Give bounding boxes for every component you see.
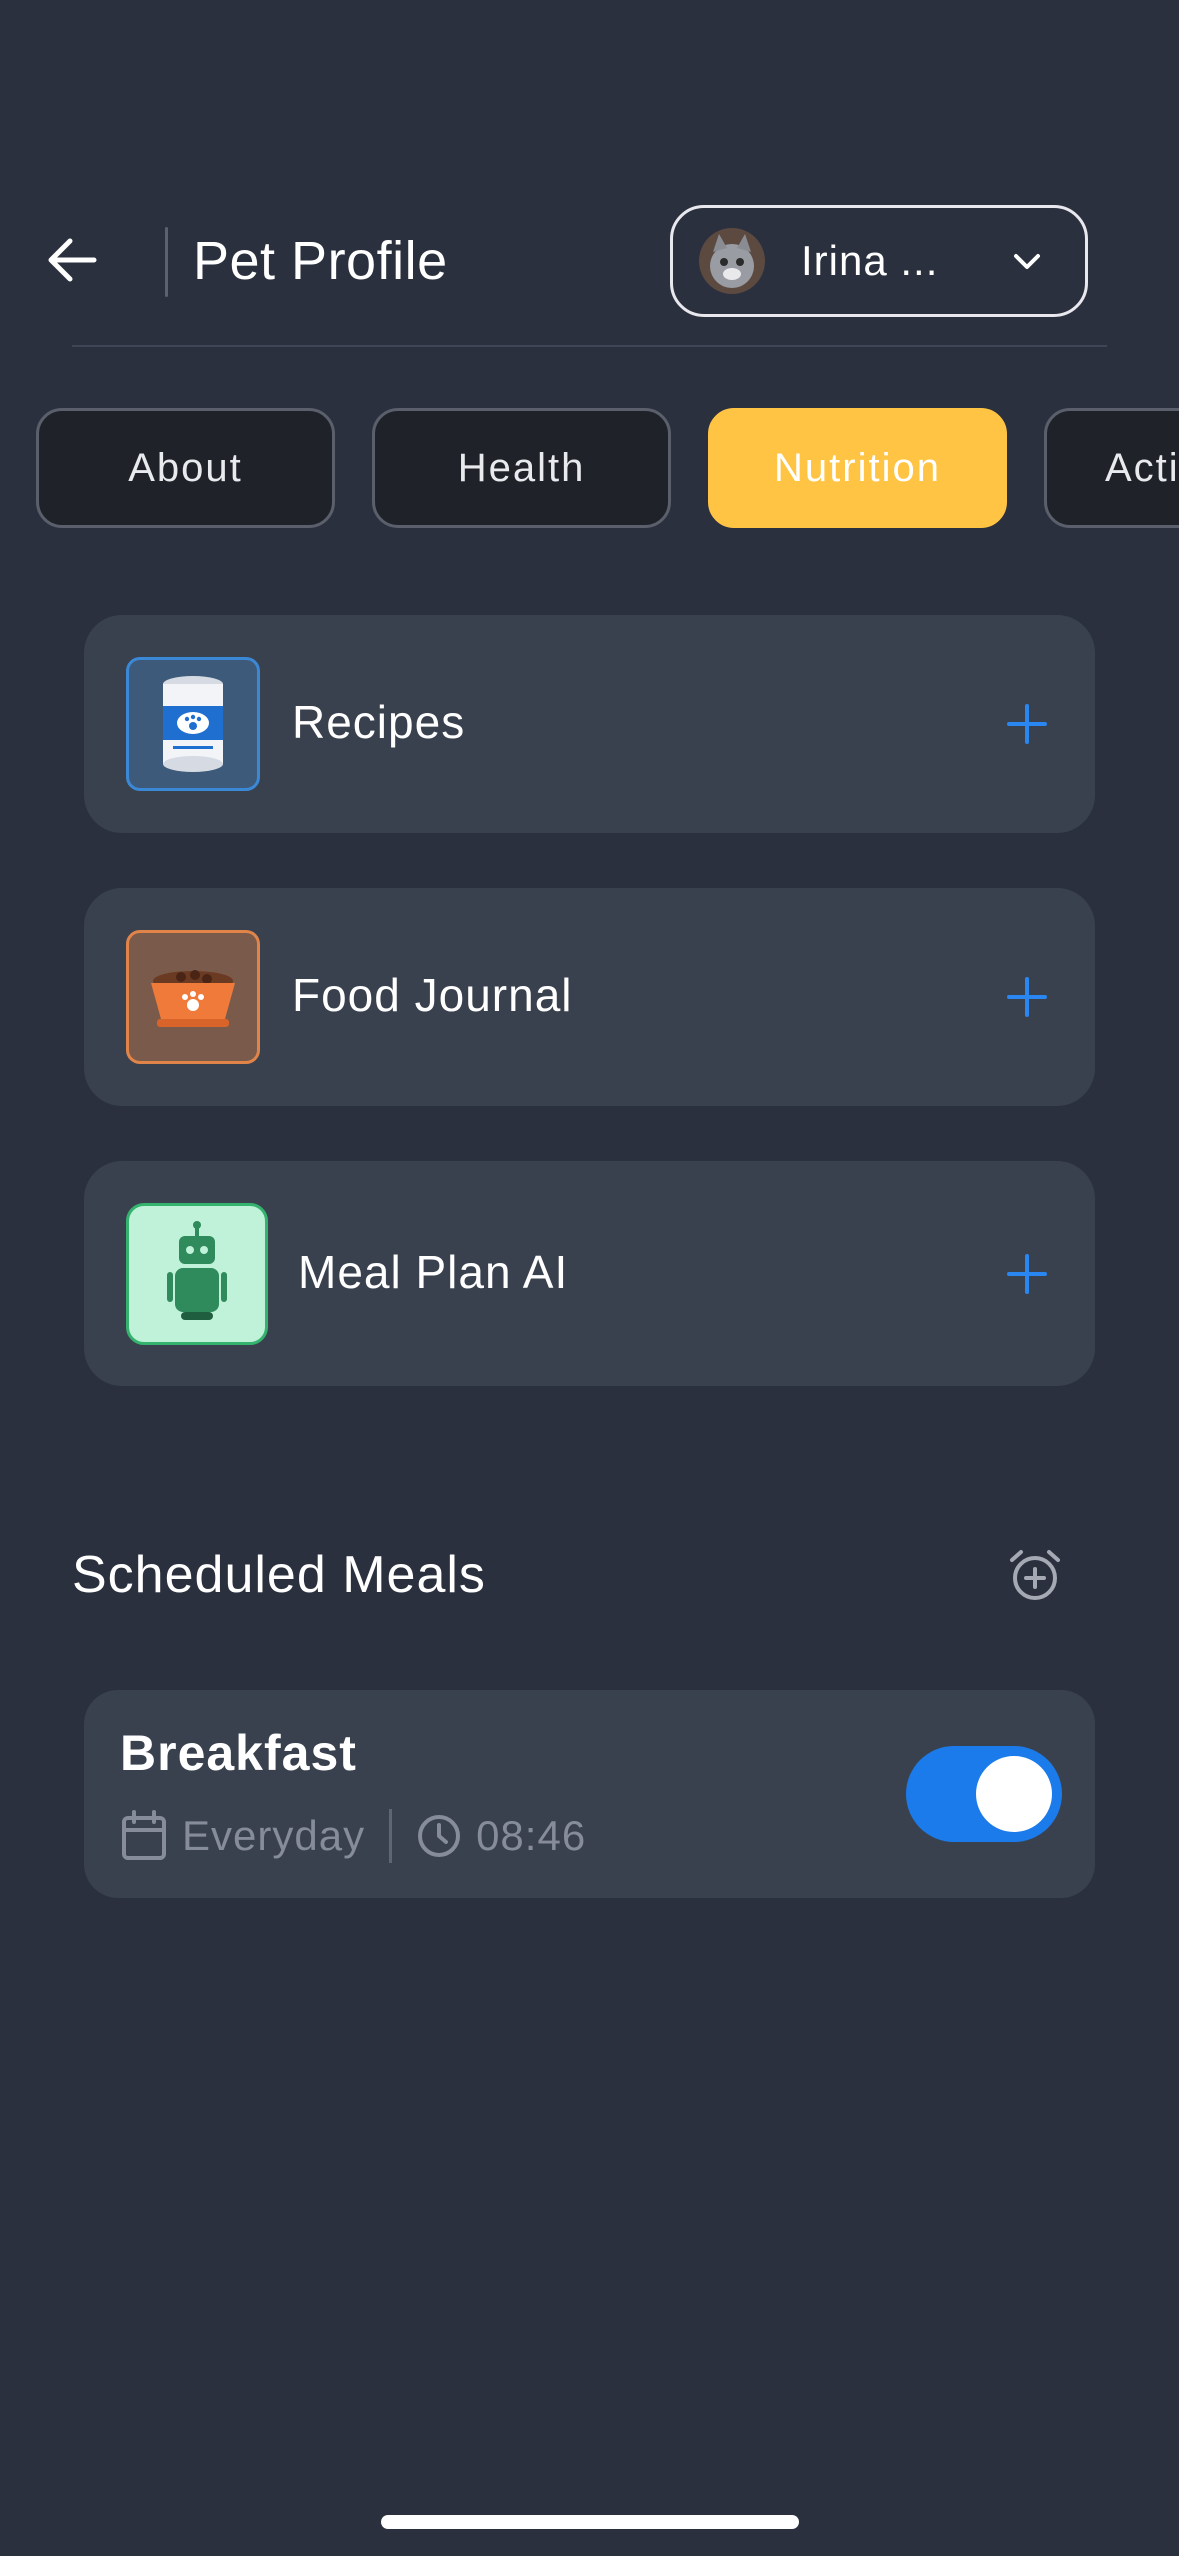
meal-plan-ai-card[interactable]: Meal Plan AI — [84, 1161, 1095, 1386]
tab-nutrition[interactable]: Nutrition — [708, 408, 1007, 528]
header-divider — [165, 227, 168, 297]
toggle-knob — [976, 1756, 1052, 1832]
food-journal-label: Food Journal — [292, 969, 573, 1021]
calendar-icon — [122, 1810, 166, 1860]
back-button[interactable] — [40, 225, 104, 295]
add-alarm-icon[interactable] — [1005, 1545, 1065, 1605]
meal-name: Breakfast — [120, 1725, 357, 1781]
scheduled-meals-title: Scheduled Meals — [72, 1546, 486, 1604]
add-recipe-button[interactable] — [1003, 700, 1051, 748]
recipes-label: Recipes — [292, 696, 466, 748]
home-indicator[interactable] — [381, 2515, 799, 2529]
meal-time: 08:46 — [476, 1812, 587, 1859]
header-divider-line — [72, 345, 1107, 347]
arrow-left-icon — [48, 238, 97, 282]
pet-name: Irina ... — [801, 237, 939, 284]
meal-plan-ai-label: Meal Plan AI — [298, 1246, 569, 1298]
meal-repeat: Everyday — [182, 1812, 366, 1859]
tab-activity[interactable]: Acti — [1044, 408, 1179, 528]
robot-icon — [126, 1203, 268, 1345]
tab-bar: About Health Nutrition Acti — [36, 408, 1179, 528]
page-title: Pet Profile — [193, 231, 448, 291]
clock-icon — [418, 1815, 461, 1857]
meal-schedule: Everyday 08:46 — [120, 1808, 586, 1864]
meta-separator — [389, 1809, 393, 1863]
tab-about[interactable]: About — [36, 408, 335, 528]
pet-bowl-icon — [126, 930, 260, 1064]
add-journal-entry-button[interactable] — [1003, 973, 1051, 1021]
food-journal-card[interactable]: Food Journal — [84, 888, 1095, 1106]
meal-enabled-toggle[interactable] — [906, 1746, 1062, 1842]
chevron-down-icon — [1014, 254, 1040, 269]
add-meal-plan-button[interactable] — [1003, 1250, 1051, 1298]
meal-card[interactable]: Breakfast Everyday 08:46 — [84, 1690, 1095, 1898]
pet-food-can-icon — [126, 657, 260, 791]
pet-selector[interactable]: Irina ... — [670, 205, 1088, 317]
tab-health[interactable]: Health — [372, 408, 671, 528]
pet-profile-screen: Pet Profile Irina ... About Health Nutri… — [0, 0, 1179, 2556]
recipes-card[interactable]: Recipes — [84, 615, 1095, 833]
pet-avatar — [699, 228, 765, 294]
